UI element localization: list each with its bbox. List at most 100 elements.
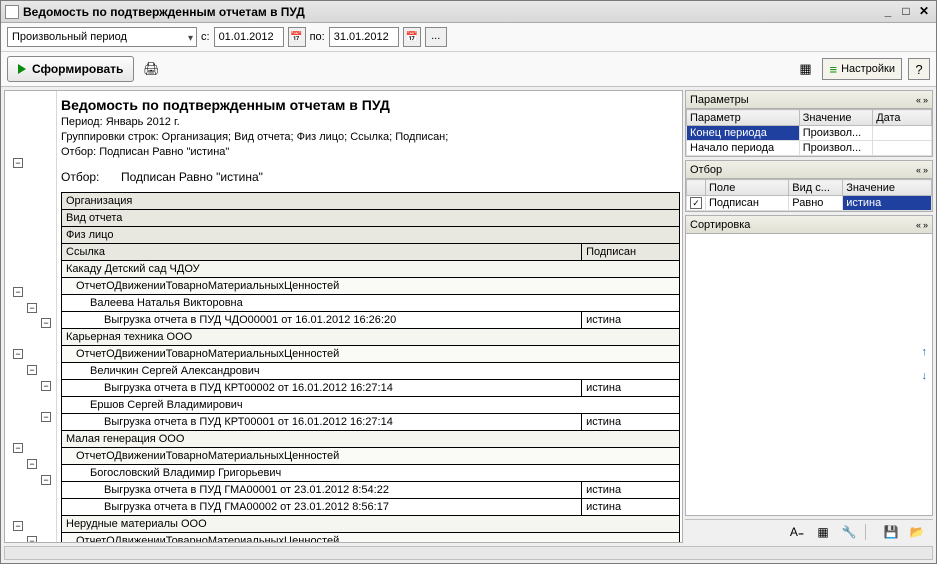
hdr-org: Организация xyxy=(62,193,680,210)
run-button-label: Сформировать xyxy=(32,62,123,76)
to-label: по: xyxy=(310,31,325,43)
period-select-button[interactable]: ... xyxy=(425,27,447,47)
table-row: Выгрузка отчета в ПУД КРТ00002 от 16.01.… xyxy=(62,380,680,397)
table-row: Выгрузка отчета в ПУД ЧДО00001 от 16.01.… xyxy=(62,312,680,329)
table-row: ✓ПодписанРавноистина xyxy=(687,196,932,211)
panel-prev-icon[interactable]: « xyxy=(916,220,921,230)
col-field[interactable]: Поле xyxy=(706,180,789,196)
move-down-icon[interactable]: ↓ xyxy=(922,370,928,382)
table-row: Начало периодаПроизвол... xyxy=(687,141,932,156)
date-to-calendar-icon[interactable]: 📅 xyxy=(403,27,421,47)
col-val[interactable]: Значение xyxy=(843,180,932,196)
action-toolbar: Сформировать 🖨 ▦ ≡ Настройки ? xyxy=(1,52,936,87)
panel-prev-icon[interactable]: « xyxy=(916,165,921,175)
filter-title: Отбор xyxy=(690,164,722,176)
period-type-combo[interactable]: Произвольный период xyxy=(7,27,197,47)
help-button[interactable]: ? xyxy=(908,58,930,80)
params-title: Параметры xyxy=(690,94,749,106)
table-row: Конец периодаПроизвол... xyxy=(687,126,932,141)
report-pane: − − − − − − − − − − − − − Ведомость по п… xyxy=(4,90,683,543)
hdr-person: Физ лицо xyxy=(62,227,680,244)
table-row: ОтчетОДвиженииТоварноМатериальныхЦенност… xyxy=(62,533,680,544)
save-settings-button[interactable]: 💾 xyxy=(881,523,901,541)
col-value[interactable]: Значение xyxy=(799,110,873,126)
outline-collapse[interactable]: − xyxy=(41,381,51,391)
minimize-button[interactable]: _ xyxy=(880,5,896,19)
table-row: Какаду Детский сад ЧДОУ xyxy=(62,261,680,278)
open-settings-button[interactable]: 📂 xyxy=(907,523,927,541)
panel-next-icon[interactable]: » xyxy=(923,95,928,105)
main-window: Ведомость по подтвержденным отчетам в ПУ… xyxy=(0,0,937,564)
date-from-input[interactable]: 01.01.2012 xyxy=(214,27,284,47)
table-row: Физ лицо xyxy=(62,227,680,244)
panel-next-icon[interactable]: » xyxy=(923,165,928,175)
panel-prev-icon[interactable]: « xyxy=(916,95,921,105)
table-row: Выгрузка отчета в ПУД КРТ00001 от 16.01.… xyxy=(62,414,680,431)
print-preview-button[interactable]: 🖨 xyxy=(140,58,162,80)
checkbox-icon[interactable]: ✓ xyxy=(690,197,702,209)
filter-grid[interactable]: ПолеВид с...Значение ✓ПодписанРавноистин… xyxy=(686,179,932,211)
tools-button[interactable]: 🔧 xyxy=(839,523,859,541)
sort-title: Сортировка xyxy=(690,219,750,231)
app-icon xyxy=(5,5,19,19)
font-settings-button[interactable]: A₌ xyxy=(787,523,807,541)
col-param[interactable]: Параметр xyxy=(687,110,800,126)
col-date[interactable]: Дата xyxy=(873,110,932,126)
date-to-input[interactable]: 31.01.2012 xyxy=(329,27,399,47)
table-row: Малая генерация ООО xyxy=(62,431,680,448)
outline-collapse[interactable]: − xyxy=(41,318,51,328)
settings-toggle-button[interactable]: ≡ Настройки xyxy=(822,58,902,80)
table-row: Вид отчета xyxy=(62,210,680,227)
outline-collapse[interactable]: − xyxy=(13,158,23,168)
side-pane: Параметры«» ПараметрЗначениеДата Конец п… xyxy=(685,90,933,543)
report-table: Организация Вид отчета Физ лицо СсылкаПо… xyxy=(61,192,680,543)
table-row: Карьерная техника ООО xyxy=(62,329,680,346)
table-row: Организация xyxy=(62,193,680,210)
close-button[interactable]: ✕ xyxy=(916,5,932,19)
report-period: Период: Январь 2012 г. xyxy=(61,115,680,130)
outline-collapse[interactable]: − xyxy=(13,521,23,531)
list-icon: ≡ xyxy=(829,62,837,77)
outline-collapse[interactable]: − xyxy=(13,443,23,453)
table-row: СсылкаПодписан xyxy=(62,244,680,261)
outline-gutter: − − − − − − − − − − − − − xyxy=(5,91,57,542)
filter-panel: Отбор «» ПолеВид с...Значение ✓ПодписанРа… xyxy=(685,160,933,212)
content-area: − − − − − − − − − − − − − Ведомость по п… xyxy=(1,87,936,546)
outline-collapse[interactable]: − xyxy=(27,459,37,469)
report-groupings: Группировки строк: Организация; Вид отче… xyxy=(61,130,680,145)
run-button[interactable]: Сформировать xyxy=(7,56,134,82)
report-title: Ведомость по подтвержденным отчетам в ПУ… xyxy=(61,93,680,115)
hdr-link: Ссылка xyxy=(62,244,582,261)
hdr-signed: Подписан xyxy=(582,244,680,261)
period-toolbar: Произвольный период с: 01.01.2012 📅 по: … xyxy=(1,23,936,52)
horizontal-scrollbar[interactable] xyxy=(4,546,933,560)
outline-collapse[interactable]: − xyxy=(41,475,51,485)
hdr-type: Вид отчета xyxy=(62,210,680,227)
move-up-icon[interactable]: ↑ xyxy=(922,346,928,358)
outline-collapse[interactable]: − xyxy=(13,349,23,359)
outline-collapse[interactable]: − xyxy=(27,536,37,543)
panel-next-icon[interactable]: » xyxy=(923,220,928,230)
outline-collapse[interactable]: − xyxy=(27,365,37,375)
table-row: ОтчетОДвиженииТоварноМатериальныхЦенност… xyxy=(62,278,680,295)
outline-collapse[interactable]: − xyxy=(41,412,51,422)
table-row: Выгрузка отчета в ПУД ГМА00001 от 23.01.… xyxy=(62,482,680,499)
settings-label: Настройки xyxy=(841,63,895,75)
layout-button[interactable]: ▦ xyxy=(813,523,833,541)
table-row: Нерудные материалы ООО xyxy=(62,516,680,533)
maximize-button[interactable]: □ xyxy=(898,5,914,19)
grid-options-button[interactable]: ▦ xyxy=(794,58,816,80)
filter-line: Отбор: Подписан Равно "истина" xyxy=(61,170,680,184)
col-comp[interactable]: Вид с... xyxy=(789,180,843,196)
date-from-calendar-icon[interactable]: 📅 xyxy=(288,27,306,47)
outline-collapse[interactable]: − xyxy=(27,303,37,313)
report-filter-meta: Отбор: Подписан Равно "истина" xyxy=(61,145,680,160)
table-row: Величкин Сергей Александрович xyxy=(62,363,680,380)
table-row: ОтчетОДвиженииТоварноМатериальныхЦенност… xyxy=(62,346,680,363)
params-grid[interactable]: ПараметрЗначениеДата Конец периодаПроизв… xyxy=(686,109,932,156)
window-title: Ведомость по подтвержденным отчетам в ПУ… xyxy=(23,5,878,19)
outline-collapse[interactable]: − xyxy=(13,287,23,297)
report-body: Ведомость по подтвержденным отчетам в ПУ… xyxy=(57,91,682,542)
table-row: Ершов Сергей Владимирович xyxy=(62,397,680,414)
table-row: Богословский Владимир Григорьевич xyxy=(62,465,680,482)
